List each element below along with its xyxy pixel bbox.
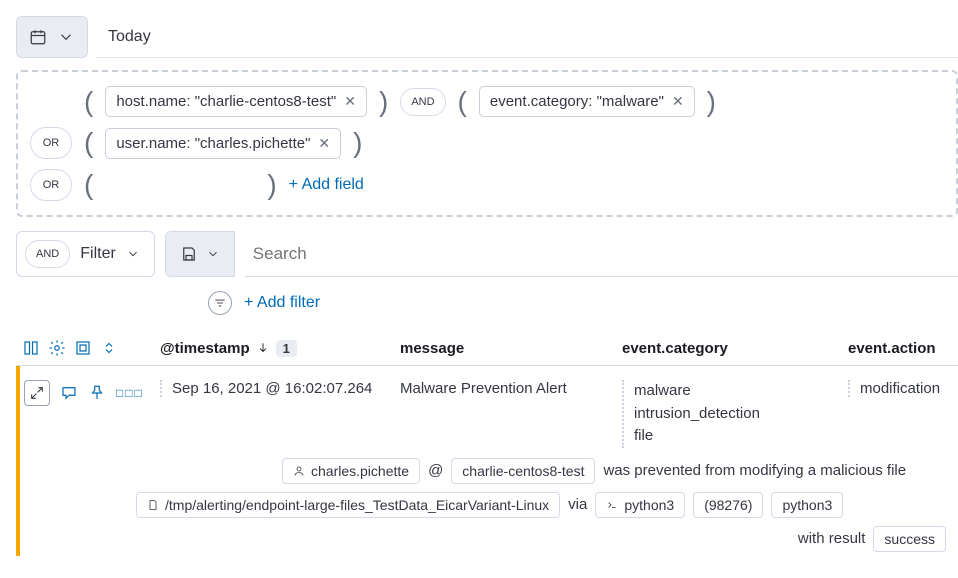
paren-open: ( — [82, 129, 95, 157]
chevron-down-icon — [57, 28, 75, 46]
operator-and[interactable]: AND — [400, 88, 445, 116]
filter-chip-category[interactable]: event.category: "malware" ✕ — [479, 86, 695, 117]
cell-action: modification — [848, 380, 958, 397]
sort-badge: 1 — [276, 340, 297, 357]
query-builder: ( host.name: "charlie-centos8-test" ✕ ) … — [16, 70, 958, 217]
chip-label: user.name: "charles.pichette" — [116, 135, 310, 152]
paren-close: ) — [377, 88, 390, 116]
columns-icon[interactable] — [22, 339, 40, 357]
saved-query-button[interactable] — [165, 231, 235, 277]
add-field-button[interactable]: + Add field — [289, 176, 364, 194]
result-tag[interactable]: success — [873, 526, 946, 552]
calendar-icon — [29, 28, 47, 46]
paren-close: ) — [351, 129, 364, 157]
column-header-category[interactable]: event.category — [622, 340, 848, 357]
comment-icon[interactable] — [60, 384, 78, 402]
filter-chip-user[interactable]: user.name: "charles.pichette" ✕ — [105, 128, 341, 159]
empty-filter-slot[interactable] — [105, 169, 255, 201]
process-tag[interactable]: python3 — [771, 492, 843, 518]
add-filter-button[interactable]: + Add filter — [244, 294, 320, 312]
more-icon[interactable]: □□□ — [116, 386, 144, 400]
cell-message: Malware Prevention Alert — [400, 380, 622, 397]
fullscreen-icon[interactable] — [74, 339, 92, 357]
paren-close: ) — [705, 88, 718, 116]
sort-icon[interactable] — [100, 339, 118, 357]
filter-options-icon[interactable] — [208, 291, 232, 315]
pin-icon[interactable] — [88, 384, 106, 402]
save-icon — [180, 245, 198, 263]
table-header: @timestamp 1 message event.category even… — [16, 331, 958, 366]
pid-tag[interactable]: (98276) — [693, 492, 763, 518]
paren-open: ( — [456, 88, 469, 116]
operator-and: AND — [25, 240, 70, 268]
close-icon[interactable]: ✕ — [344, 93, 356, 110]
file-icon — [147, 499, 159, 511]
cell-category: malware intrusion_detection file — [622, 380, 848, 448]
expand-icon[interactable] — [24, 380, 50, 406]
user-icon — [293, 465, 305, 477]
table-row: □□□ Sep 16, 2021 @ 16:02:07.264 Malware … — [16, 366, 958, 556]
chevron-down-icon — [206, 247, 220, 261]
chevron-down-icon — [126, 247, 140, 261]
file-path-tag[interactable]: /tmp/alerting/endpoint-large-files_TestD… — [136, 492, 560, 518]
column-header-action[interactable]: event.action — [848, 340, 958, 357]
date-range-label[interactable]: Today — [96, 16, 958, 58]
arrow-down-icon — [256, 341, 270, 355]
user-tag[interactable]: charles.pichette — [282, 458, 420, 484]
date-picker-button[interactable] — [16, 16, 88, 58]
paren-open: ( — [82, 171, 95, 199]
column-header-timestamp[interactable]: @timestamp 1 — [160, 340, 400, 357]
cell-timestamp: Sep 16, 2021 @ 16:02:07.264 — [160, 380, 400, 397]
filter-operator-dropdown[interactable]: AND Filter — [16, 231, 155, 277]
chip-label: event.category: "malware" — [490, 93, 664, 110]
process-tag[interactable]: python3 — [595, 492, 685, 518]
filter-label: Filter — [80, 245, 116, 263]
host-tag[interactable]: charlie-centos8-test — [451, 458, 595, 484]
close-icon[interactable]: ✕ — [672, 93, 684, 110]
paren-open: ( — [82, 88, 95, 116]
gear-icon[interactable] — [48, 339, 66, 357]
column-header-message[interactable]: message — [400, 340, 622, 357]
filter-chip-host[interactable]: host.name: "charlie-centos8-test" ✕ — [105, 86, 367, 117]
search-input[interactable] — [245, 236, 958, 272]
operator-or[interactable]: OR — [30, 127, 72, 159]
chip-label: host.name: "charlie-centos8-test" — [116, 93, 336, 110]
operator-or[interactable]: OR — [30, 169, 72, 201]
close-icon[interactable]: ✕ — [318, 135, 330, 152]
terminal-icon — [606, 499, 618, 511]
paren-close: ) — [265, 171, 278, 199]
